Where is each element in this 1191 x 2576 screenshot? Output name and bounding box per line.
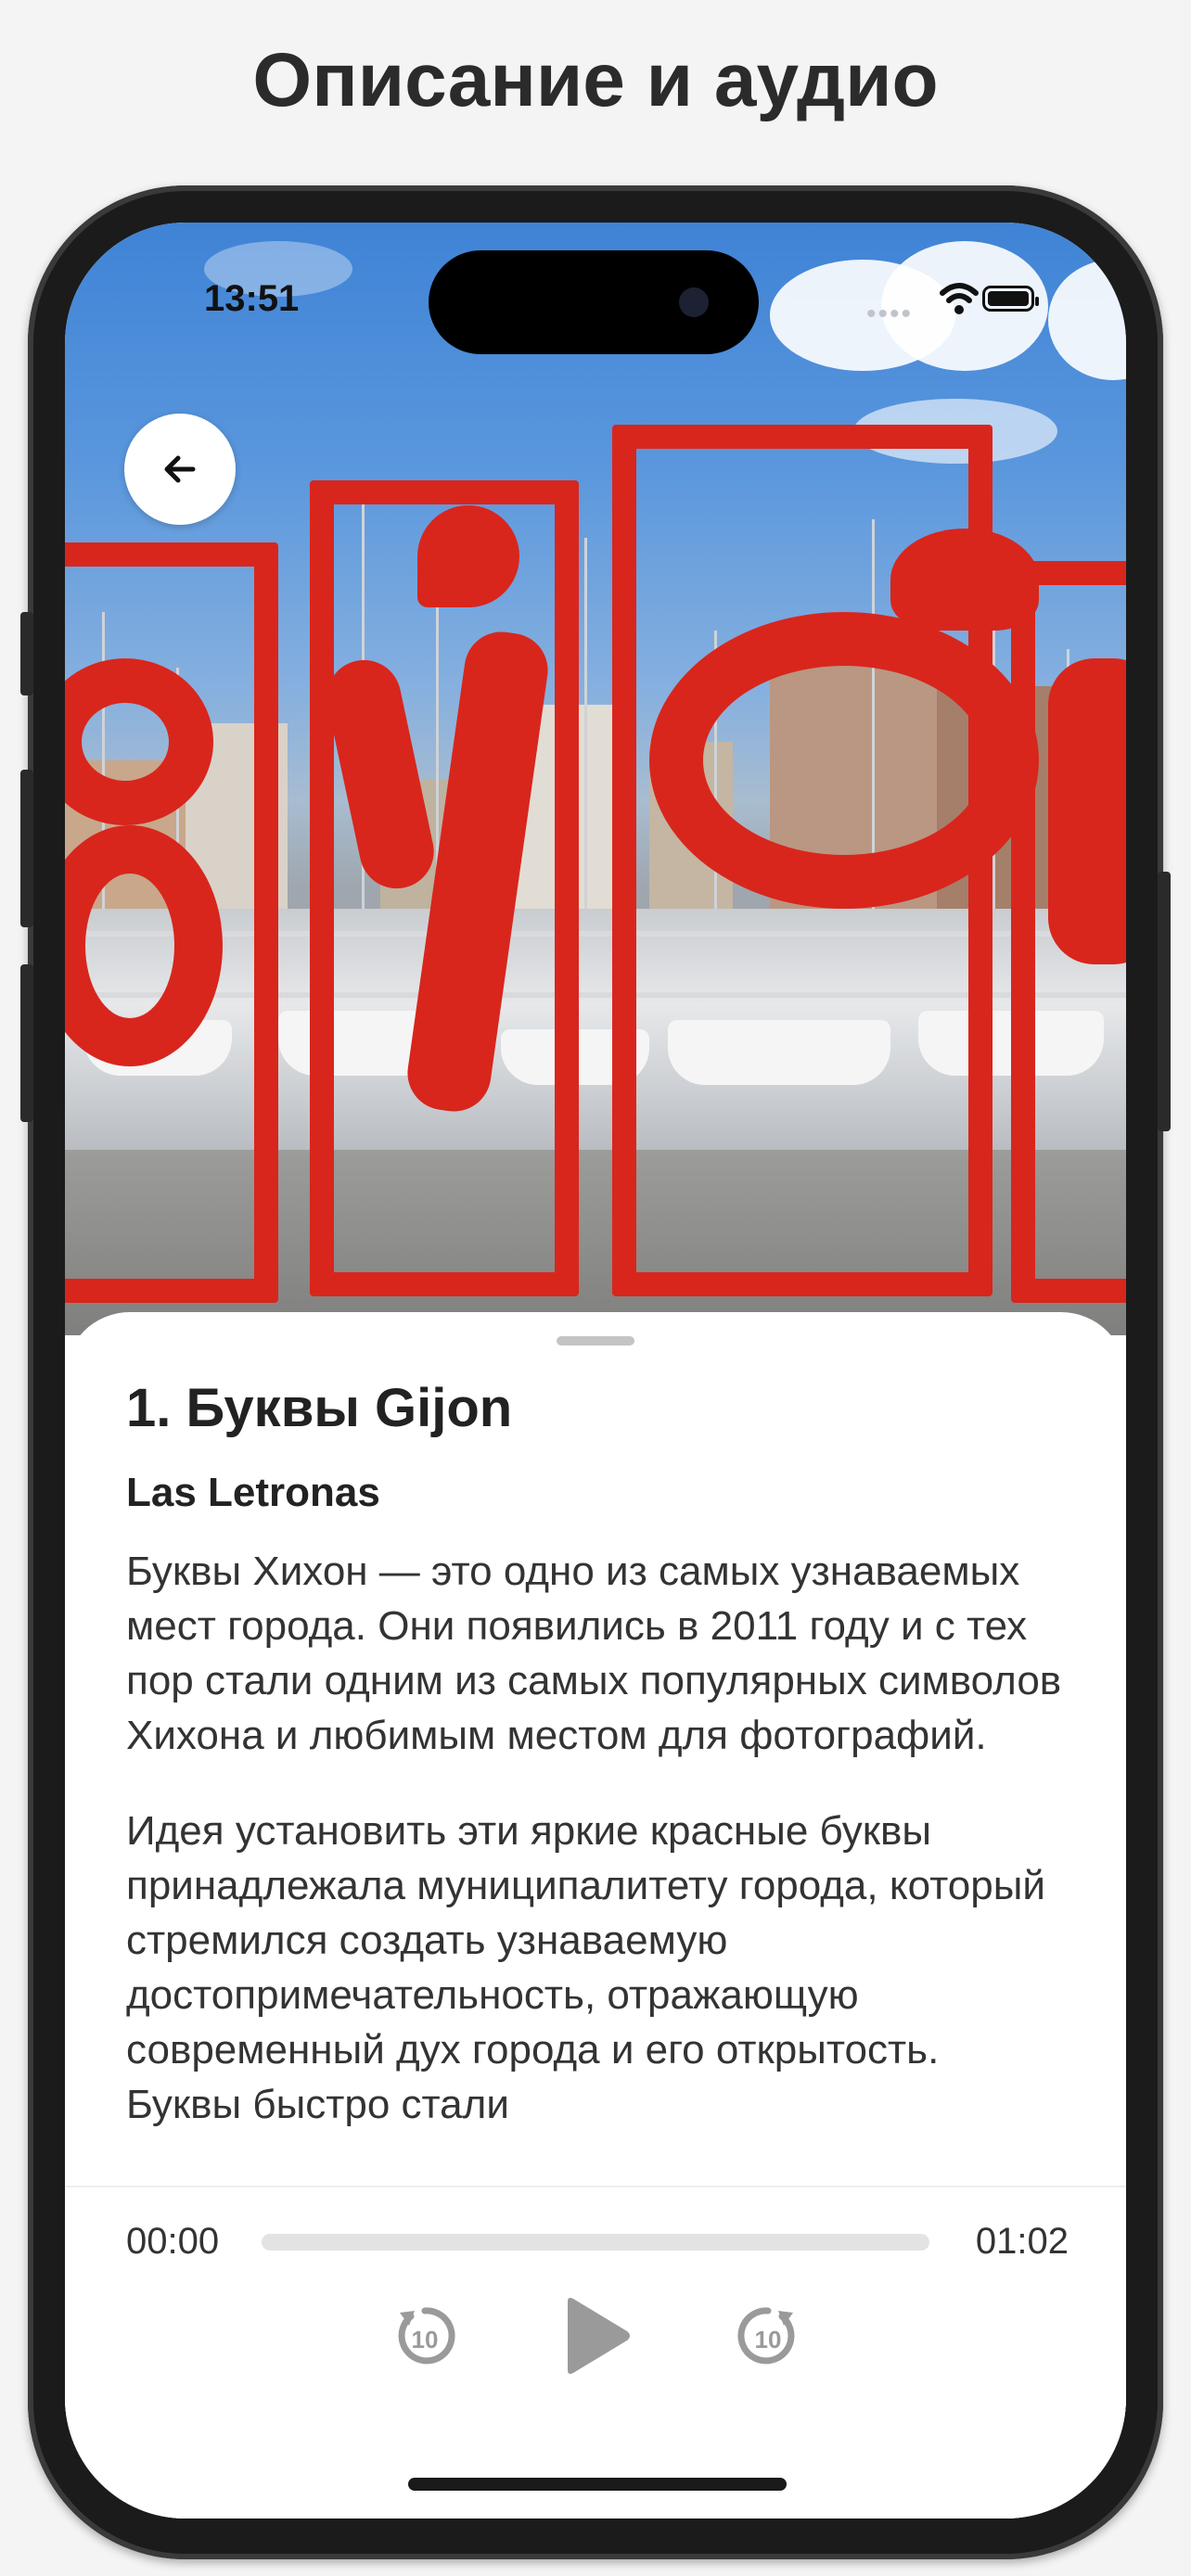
description-sheet[interactable]: 1. Буквы Gijon Las Letronas Буквы Хихон …	[65, 1312, 1126, 2519]
screenshot-banner-title: Описание и аудио	[252, 38, 939, 122]
battery-icon	[982, 286, 1039, 312]
signal-dots-icon: ••••	[866, 299, 914, 329]
hero-photo	[65, 223, 1126, 1335]
camera-icon	[679, 287, 709, 317]
rewind-10-icon: 10	[398, 2307, 455, 2365]
audio-player: 00:00 01:02 10 10	[65, 2186, 1126, 2519]
wifi-icon	[940, 283, 979, 314]
phone-power-button	[1158, 872, 1171, 1131]
phone-volume-down-button	[20, 964, 33, 1122]
svg-text:10: 10	[755, 2326, 782, 2353]
description-text[interactable]: Буквы Хихон — это одно из самых узнаваем…	[126, 1544, 1063, 2184]
place-title: 1. Буквы Gijon	[126, 1378, 513, 1438]
app-screen: 13:51 •••• 1. Буквы Gijon Las Letronas Б…	[65, 223, 1126, 2519]
forward-10-button[interactable]: 10	[722, 2289, 814, 2382]
svg-text:10: 10	[412, 2326, 439, 2353]
dynamic-island	[429, 250, 759, 354]
phone-action-button	[20, 612, 33, 695]
arrow-left-icon	[164, 455, 196, 483]
sheet-grabber[interactable]	[557, 1336, 634, 1345]
current-time: 00:00	[126, 2221, 220, 2262]
status-bar-time: 13:51	[204, 278, 300, 319]
description-paragraph: Идея установить эти яркие красные буквы …	[126, 1808, 1045, 2127]
total-time: 01:02	[975, 2221, 1069, 2262]
back-button[interactable]	[124, 414, 236, 525]
play-icon	[568, 2298, 630, 2374]
status-bar-icons: ••••	[857, 280, 1039, 329]
phone-volume-up-button	[20, 770, 33, 927]
forward-10-icon: 10	[737, 2307, 795, 2365]
home-indicator[interactable]	[408, 2478, 787, 2491]
audio-progress-slider[interactable]	[262, 2234, 929, 2251]
play-button[interactable]	[540, 2280, 651, 2391]
rewind-10-button[interactable]: 10	[378, 2289, 471, 2382]
place-subtitle: Las Letronas	[126, 1470, 380, 1515]
description-paragraph: Буквы Хихон — это одно из самых узнаваем…	[126, 1549, 1062, 1758]
